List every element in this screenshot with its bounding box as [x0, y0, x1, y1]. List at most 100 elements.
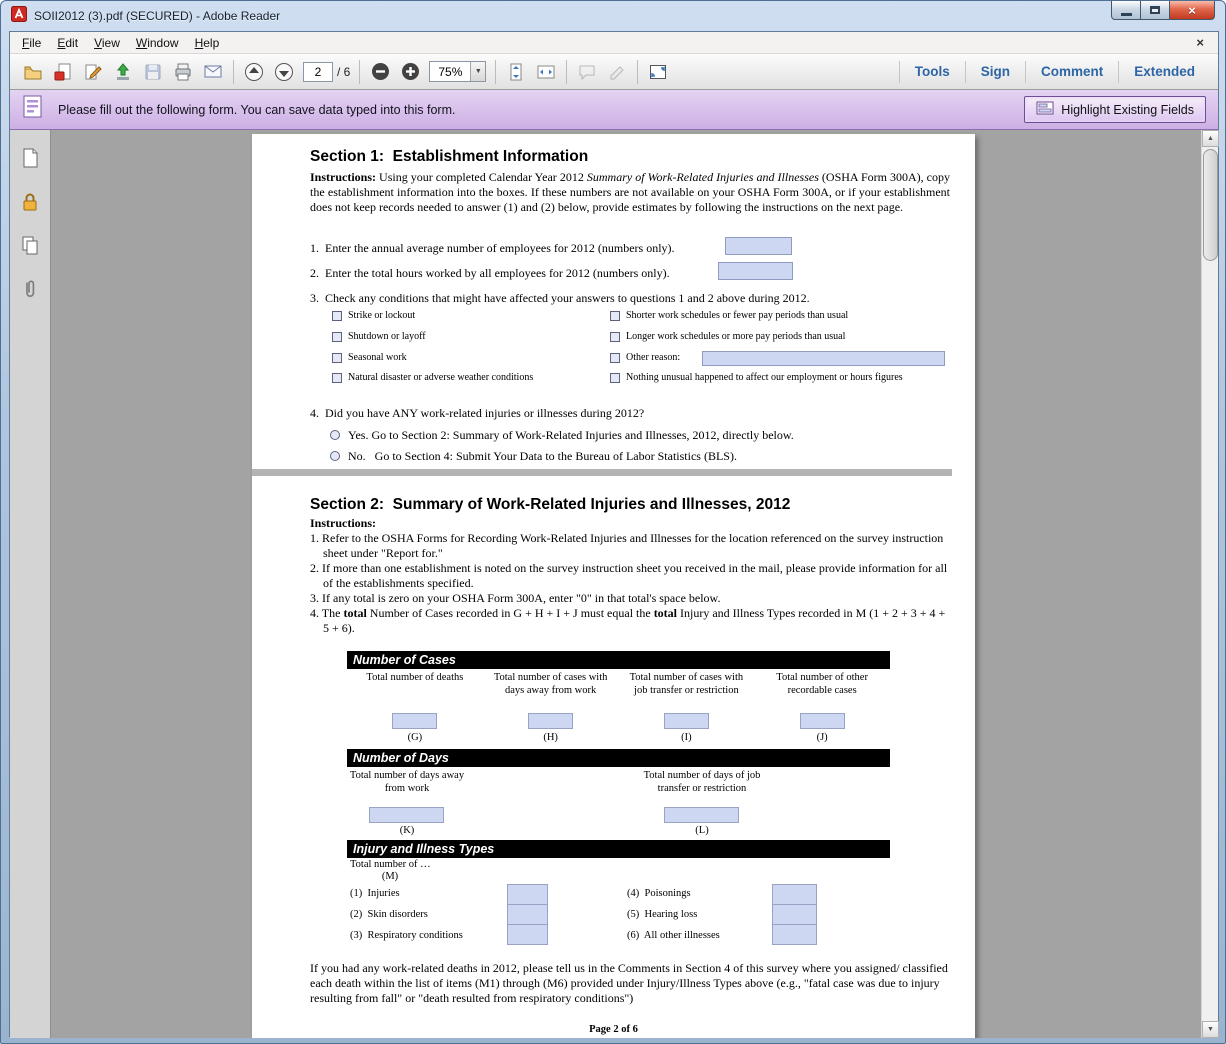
- menu-file[interactable]: File: [14, 33, 49, 53]
- maximize-button[interactable]: [1140, 1, 1170, 20]
- fit-width-icon: [536, 62, 556, 82]
- zoom-out-button[interactable]: [365, 58, 395, 86]
- fullscreen-icon: [648, 62, 668, 82]
- print-button[interactable]: [168, 58, 198, 86]
- all-other-illnesses-field[interactable]: [772, 924, 817, 945]
- security-settings-button[interactable]: [16, 188, 44, 216]
- minimize-button[interactable]: [1111, 1, 1141, 20]
- zoom-level-value: 75%: [430, 65, 470, 79]
- scrollbar-thumb[interactable]: [1203, 149, 1218, 261]
- toolbar-separator: [495, 60, 496, 84]
- poisonings-field[interactable]: [772, 884, 817, 905]
- radio-no[interactable]: [330, 451, 340, 461]
- type-label-skin-disorders: (2) Skin disorders: [350, 909, 428, 920]
- toolbar-separator: [566, 60, 567, 84]
- fit-width-button[interactable]: [531, 58, 561, 86]
- page-count-label: / 6: [337, 65, 350, 79]
- total-hours-field[interactable]: [718, 262, 793, 280]
- attachments-button[interactable]: [16, 276, 44, 304]
- main-area: Section 1: Establishment Information Ins…: [10, 130, 1218, 1038]
- respiratory-conditions-field[interactable]: [507, 924, 548, 945]
- checkbox-shutdown-or-layoff[interactable]: [332, 332, 342, 342]
- instructions-label: Instructions:: [310, 170, 376, 184]
- next-page-button[interactable]: [269, 58, 299, 86]
- minimize-icon: [1121, 13, 1132, 16]
- other-recordable-cases-field[interactable]: [800, 713, 845, 729]
- chevron-down-icon[interactable]: ▼: [470, 62, 485, 81]
- vertical-scrollbar[interactable]: ▲ ▼: [1201, 130, 1218, 1038]
- fullscreen-button[interactable]: [643, 58, 673, 86]
- document-area[interactable]: Section 1: Establishment Information Ins…: [51, 130, 1201, 1038]
- pdf-document-icon: [53, 62, 73, 82]
- zoom-out-icon: [371, 62, 390, 81]
- employees-count-field[interactable]: [725, 237, 792, 255]
- scroll-down-icon[interactable]: ▼: [1202, 1021, 1219, 1038]
- title-bar[interactable]: SOII2012 (3).pdf (SECURED) - Adobe Reade…: [1, 1, 1225, 31]
- deaths-total-field[interactable]: [392, 713, 437, 729]
- tools-panel-button[interactable]: Tools: [899, 61, 965, 83]
- checkbox-label: Shutdown or layoff: [348, 331, 426, 342]
- page-thumbnails-button[interactable]: [16, 144, 44, 172]
- skin-disorders-field[interactable]: [507, 904, 548, 925]
- cases-fields-row: [347, 713, 890, 729]
- toolbar-separator: [637, 60, 638, 84]
- column-letter: (I): [619, 732, 755, 745]
- checkbox-seasonal-work[interactable]: [332, 353, 342, 363]
- email-button[interactable]: [198, 58, 228, 86]
- menu-view[interactable]: View: [86, 33, 128, 53]
- other-reason-field[interactable]: [702, 351, 945, 366]
- comment-button[interactable]: [572, 58, 602, 86]
- close-button[interactable]: ×: [1169, 1, 1215, 20]
- scroll-up-icon[interactable]: ▲: [1202, 130, 1219, 147]
- zoom-level-select[interactable]: 75% ▼: [429, 61, 486, 82]
- sign-document-button[interactable]: [78, 58, 108, 86]
- zoom-in-button[interactable]: [395, 58, 425, 86]
- toolbar-separator: [359, 60, 360, 84]
- checkbox-other-reason[interactable]: [610, 353, 620, 363]
- menu-help[interactable]: Help: [187, 33, 228, 53]
- column-header: Total number of cases with job transfer …: [619, 672, 755, 697]
- convert-pdf-button[interactable]: [48, 58, 78, 86]
- open-folder-icon: [23, 62, 43, 82]
- radio-yes[interactable]: [330, 430, 340, 440]
- markup-button[interactable]: [602, 58, 632, 86]
- sign-panel-button[interactable]: Sign: [965, 61, 1025, 83]
- comment-panel-button[interactable]: Comment: [1025, 61, 1118, 83]
- days-away-total-field[interactable]: [369, 807, 444, 823]
- notification-message: Please fill out the following form. You …: [58, 103, 455, 117]
- checkbox-longer-schedules[interactable]: [610, 332, 620, 342]
- highlight-existing-fields-button[interactable]: Highlight Existing Fields: [1024, 96, 1206, 123]
- checkbox-nothing-unusual[interactable]: [610, 373, 620, 383]
- menu-edit[interactable]: Edit: [49, 33, 86, 53]
- type-label-hearing-loss: (5) Hearing loss: [627, 909, 697, 920]
- radio-no-label: No. Go to Section 4: Submit Your Data to…: [348, 449, 737, 464]
- page-down-icon: [274, 62, 294, 82]
- save-button[interactable]: [138, 58, 168, 86]
- checkbox-shorter-schedules[interactable]: [610, 311, 620, 321]
- open-file-button[interactable]: [18, 58, 48, 86]
- death-note: If you had any work-related deaths in 20…: [310, 961, 950, 1007]
- number-of-cases-header: Number of Cases: [347, 651, 890, 669]
- injuries-field[interactable]: [507, 884, 548, 905]
- column-header: Total number of cases with days away fro…: [483, 672, 619, 697]
- page-number-input[interactable]: [303, 62, 333, 82]
- adobe-reader-window: SOII2012 (3).pdf (SECURED) - Adobe Reade…: [0, 0, 1226, 1044]
- checkbox-label: Seasonal work: [348, 352, 407, 363]
- pages-button[interactable]: [16, 232, 44, 260]
- extended-panel-button[interactable]: Extended: [1118, 61, 1210, 83]
- highlight-button-label: Highlight Existing Fields: [1061, 103, 1194, 117]
- cases-letters-row: (G) (H) (I) (J): [347, 732, 890, 745]
- previous-page-button[interactable]: [239, 58, 269, 86]
- checkbox-strike-or-lockout[interactable]: [332, 311, 342, 321]
- close-document-icon[interactable]: ×: [1196, 35, 1204, 50]
- job-transfer-cases-field[interactable]: [664, 713, 709, 729]
- scrolling-mode-button[interactable]: [501, 58, 531, 86]
- job-transfer-days-field[interactable]: [664, 807, 739, 823]
- menu-window[interactable]: Window: [128, 33, 187, 53]
- hearing-loss-field[interactable]: [772, 904, 817, 925]
- pages-icon: [19, 235, 41, 257]
- share-upload-button[interactable]: [108, 58, 138, 86]
- instruction-3: 3. If any total is zero on your OSHA For…: [310, 591, 950, 606]
- checkbox-natural-disaster[interactable]: [332, 373, 342, 383]
- days-away-cases-field[interactable]: [528, 713, 573, 729]
